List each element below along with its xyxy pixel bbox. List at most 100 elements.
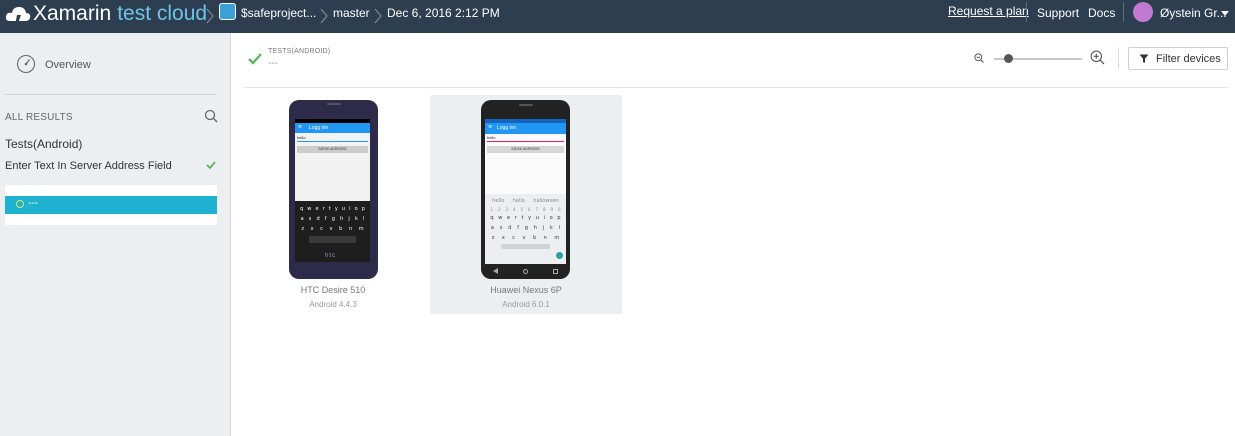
keyboard-key: b (532, 235, 537, 241)
keyboard-key: hello (512, 198, 525, 204)
keyboard-key: v (329, 226, 333, 232)
support-link[interactable]: Support (1037, 6, 1079, 20)
result-dropdown-panel: --- (5, 185, 217, 225)
keyboard-key: y (334, 206, 338, 212)
topbar-divider (1026, 2, 1027, 22)
keyboard-key: e (315, 206, 319, 212)
brand-title[interactable]: Xamarin test cloud (33, 2, 207, 26)
test-step-item[interactable]: Enter Text In Server Address Field (5, 160, 172, 172)
keyboard-key: 5 (520, 207, 524, 212)
keyboard-key: k (354, 216, 358, 222)
breadcrumb-chevron-icon (206, 8, 214, 24)
breadcrumb-run-date[interactable]: Dec 6, 2016 2:12 PM (387, 6, 500, 20)
keyboard-key: l (362, 216, 365, 222)
keyboard-key: j (348, 216, 350, 222)
keyboard-row: 1234567890 (485, 206, 566, 213)
hamburger-icon: ≡ (488, 124, 493, 130)
keyboard-key: d (316, 216, 320, 222)
keyboard-key: halloween (533, 198, 559, 204)
app-icon (219, 3, 236, 20)
device-card-htc-desire-510[interactable]: ≡ Logg inn hello SJEKK ADRESSE qwertyuio… (237, 95, 429, 314)
test-suite-title[interactable]: Tests(Android) (5, 137, 82, 151)
keyboard-key: h (340, 216, 344, 222)
keyboard-key: 8 (542, 207, 546, 212)
device-card-huawei-nexus-6p[interactable]: ≡ Logg inn hello SJEKK ADRESSE hello hell… (430, 95, 622, 314)
all-results-heading: ALL RESULTS (5, 112, 73, 123)
device-os: Android 4.4.3 (309, 300, 357, 309)
hamburger-icon: ≡ (298, 124, 303, 130)
server-address-field: hello (487, 135, 564, 142)
app-bar: ≡ Logg inn (485, 123, 566, 134)
request-plan-link[interactable]: Request a plan (948, 4, 1029, 18)
keyboard-row: asdfghjkl (485, 223, 566, 233)
phone-screen: ≡ Logg inn hello SJEKK ADRESSE qwertyuio… (295, 119, 370, 262)
search-icon[interactable] (204, 109, 218, 123)
keyboard-key: r (322, 206, 325, 212)
home-icon (522, 268, 528, 274)
keyboard-key: x (310, 226, 314, 232)
suggestion-strip: hello hello halloween (485, 196, 566, 206)
keyboard-spacebar (501, 244, 550, 249)
check-address-button: SJEKK ADRESSE (487, 146, 564, 153)
keyboard-key: q (300, 206, 304, 212)
status-ring-icon (16, 200, 24, 208)
keyboard-key: 2 (497, 207, 501, 212)
keyboard-key: k (549, 225, 553, 231)
zoom-in-icon[interactable] (1090, 50, 1105, 65)
keyboard-key: g (331, 216, 335, 222)
main-content: TESTS(ANDROID) --- Filter devices ≡ Logg… (231, 33, 1235, 436)
keyboard-key: w (307, 206, 312, 212)
tests-heading: TESTS(ANDROID) (268, 48, 331, 55)
recents-icon (552, 268, 558, 274)
keyboard-key: a (300, 216, 304, 222)
device-name: HTC Desire 510 (300, 285, 366, 295)
user-name[interactable]: Øystein Gr... (1160, 6, 1227, 20)
keyboard-key: b (339, 226, 343, 232)
keyboard-key: 1 (490, 207, 494, 212)
keyboard-key: x (501, 235, 505, 241)
keyboard-row: zxcvbnm (295, 224, 370, 234)
keyboard-key: v (522, 235, 526, 241)
header-divider (244, 87, 1228, 88)
topbar-divider (1123, 2, 1124, 22)
speedometer-icon (16, 54, 36, 74)
keyboard-key: d (508, 225, 512, 231)
result-item-selected[interactable]: --- (5, 196, 217, 214)
keyboard-key: z (301, 226, 304, 232)
zoom-out-icon[interactable] (974, 53, 984, 63)
docs-link[interactable]: Docs (1088, 6, 1115, 20)
overview-link[interactable]: Overview (45, 59, 91, 71)
zoom-slider-handle[interactable] (1004, 54, 1014, 63)
tests-value: --- (268, 58, 278, 69)
keyboard-key: hello (492, 198, 505, 204)
keyboard-enter-icon (556, 252, 563, 259)
keyboard-key: q (490, 215, 494, 221)
breadcrumb-branch[interactable]: master (333, 6, 370, 20)
keyboard-key: y (528, 215, 532, 221)
screen-title: Logg inn (309, 125, 329, 131)
keyboard-key: i (349, 206, 351, 212)
keyboard-row: qwertyuiop (485, 213, 566, 223)
server-address-field: hello (297, 135, 368, 142)
breadcrumb-app[interactable]: $safeproject... (241, 6, 316, 20)
keyboard-key: z (491, 235, 495, 241)
result-item-label: --- (28, 198, 38, 209)
user-avatar[interactable] (1133, 2, 1153, 22)
keyboard-key: r (514, 215, 517, 221)
device-name: Huawei Nexus 6P (490, 285, 562, 295)
keyboard-key: m (358, 226, 364, 232)
keyboard-row: asdfghjkl (295, 214, 370, 224)
user-menu-caret-icon[interactable] (1221, 11, 1229, 16)
sidebar-divider (5, 94, 217, 95)
soft-keyboard: hello hello halloween 1234567890 qwertyuio… (485, 194, 566, 264)
check-address-button: SJEKK ADRESSE (297, 146, 368, 153)
keyboard-key: p (361, 206, 365, 212)
funnel-icon (1139, 54, 1149, 63)
phone-speaker (519, 104, 533, 106)
filter-devices-button[interactable]: Filter devices (1128, 47, 1228, 70)
toolbar-divider (1118, 47, 1119, 69)
keyboard-key: p (557, 215, 561, 221)
phone-speaker (327, 103, 341, 105)
keyboard-key: s (499, 225, 503, 231)
xamarin-cloud-logo-icon[interactable] (4, 2, 32, 30)
